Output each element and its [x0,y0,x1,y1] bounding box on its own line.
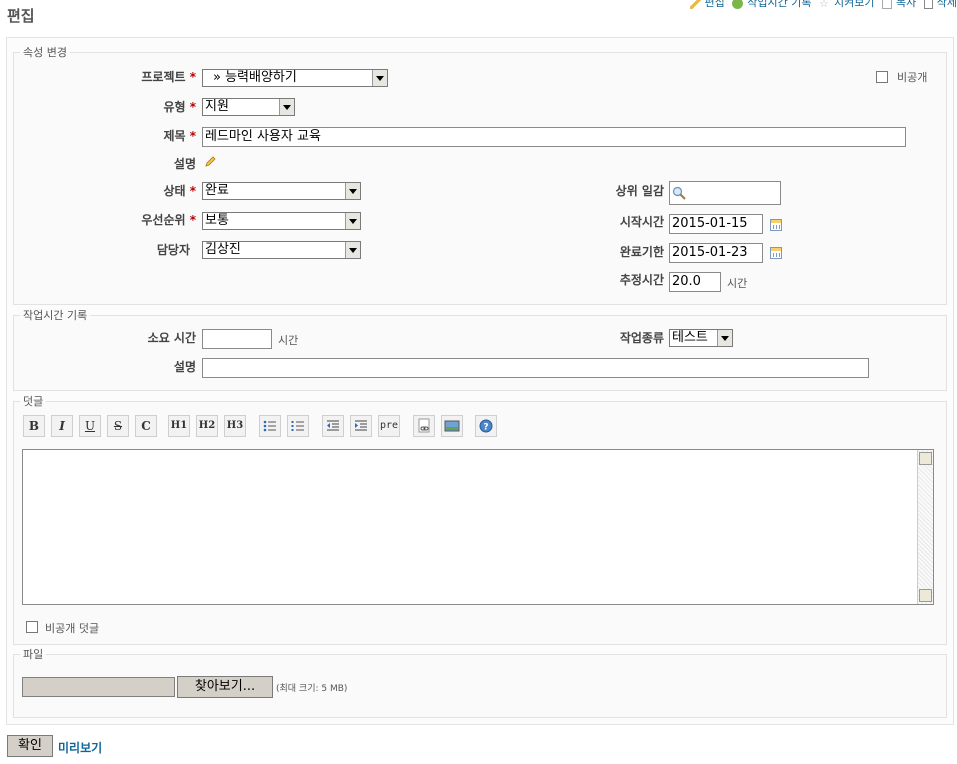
search-icon [672,186,686,203]
link-button[interactable] [413,415,435,437]
description-label: 설명 [173,157,196,171]
due-date-label: 완료기한 [619,245,664,259]
copy-link[interactable]: 복사 [896,0,916,9]
notes-textarea[interactable] [22,449,934,605]
preview-link[interactable]: 미리보기 [58,739,102,756]
edit-link[interactable]: 편집 [705,0,725,9]
code-button[interactable]: C [135,415,157,437]
subject-input[interactable]: 레드마인 사용자 교육 [202,127,906,147]
start-date-label: 시작시간 [619,215,664,229]
priority-label: 우선순위 * [141,213,196,227]
watch-link[interactable]: 지켜보기 [834,0,874,9]
private-notes-checkbox[interactable] [26,621,38,633]
calendar-icon[interactable] [770,219,782,231]
star-icon: ☆ [819,0,829,10]
bulleted-list-button[interactable] [259,415,281,437]
activity-select[interactable]: 테스트 [669,329,733,347]
priority-select[interactable]: 보통 [202,212,361,230]
subject-label: 제목 * [163,129,196,143]
log-time-link[interactable]: 작업시간 기록 [747,0,811,9]
browse-button[interactable]: 찾아보기... [177,676,273,698]
delete-link[interactable]: 삭제 [937,0,957,9]
outdent-icon [327,420,339,431]
project-select[interactable]: » 능력배양하기 [202,69,388,87]
h3-button[interactable]: H3 [224,415,246,437]
estimated-label: 추정시간 [619,273,664,287]
indent-icon [355,420,367,431]
start-date-input[interactable]: 2015-01-15 [669,214,763,234]
italic-button[interactable]: I [51,415,73,437]
h1-button[interactable]: H1 [168,415,190,437]
image-icon [444,420,460,432]
status-select[interactable]: 완료 [202,182,361,200]
strike-button[interactable]: S [107,415,129,437]
indent-button[interactable] [350,415,372,437]
pre-button[interactable]: pre [378,415,400,437]
bulleted-list-icon [263,420,276,432]
numbered-list-icon [291,421,304,431]
private-checkbox[interactable] [876,71,888,83]
max-size-note: (최대 크기: 5 MB) [276,684,348,694]
activity-label: 작업종류 [619,331,664,345]
notes-scrollbar[interactable] [917,450,933,604]
files-legend: 파일 [23,648,44,661]
underline-button[interactable]: U [79,415,101,437]
trash-icon [923,0,933,9]
status-label: 상태 * [163,184,196,198]
page-title: 편집 [7,7,35,25]
private-label: 비공개 [897,71,928,84]
image-button[interactable] [441,415,463,437]
numbered-list-button[interactable] [287,415,309,437]
scroll-up-button[interactable] [919,452,932,465]
estimated-input[interactable]: 20.0 [669,272,721,292]
link-icon [418,418,430,433]
parent-label: 상위 일감 [615,184,664,198]
svg-text:?: ? [483,423,488,433]
copy-icon [882,0,892,9]
estimated-unit: 시간 [727,277,748,290]
attributes-legend: 속성 변경 [23,46,67,59]
tracker-label: 유형 * [163,100,196,114]
tracker-select[interactable]: 지원 [202,98,295,116]
notes-legend: 덧글 [23,395,44,408]
h2-button[interactable]: H2 [196,415,218,437]
context-menu: 편집 작업시간 기록 ☆ 지켜보기 복사 삭제 [686,0,957,10]
scroll-down-button[interactable] [919,589,932,602]
timelog-legend: 작업시간 기록 [23,309,88,322]
spent-label: 소요 시간 [147,331,196,345]
timelog-comment-label: 설명 [173,360,196,374]
edit-icon [689,0,701,9]
timelog-comment-input[interactable] [202,358,869,378]
help-button[interactable]: ? [475,415,497,437]
pencil-icon[interactable] [204,155,217,168]
file-path-field[interactable] [22,677,175,697]
private-notes-label: 비공개 덧글 [45,622,100,635]
spent-unit: 시간 [278,334,299,347]
bold-button[interactable]: B [23,415,45,437]
project-label: 프로젝트 * [141,70,196,84]
assignee-label: 담당자 [156,243,190,257]
calendar-icon[interactable] [770,247,782,259]
assignee-select[interactable]: 김상진 [202,241,361,259]
spent-input[interactable] [202,329,272,349]
time-add-icon [732,0,744,9]
submit-button[interactable]: 확인 [7,735,53,757]
outdent-button[interactable] [322,415,344,437]
due-date-input[interactable]: 2015-01-23 [669,243,763,263]
help-icon: ? [479,419,493,433]
timelog-fieldset: 작업시간 기록 [13,307,947,391]
